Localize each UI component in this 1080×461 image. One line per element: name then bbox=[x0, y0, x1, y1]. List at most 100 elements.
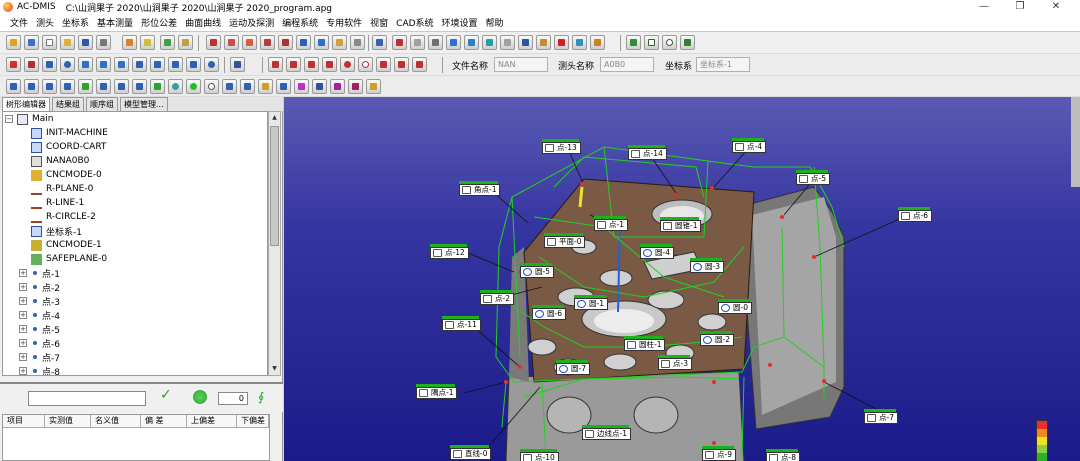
report-view-icon[interactable] bbox=[348, 79, 363, 94]
feature-tag[interactable]: 隅点-1 bbox=[416, 384, 458, 399]
rotate-view-icon[interactable] bbox=[78, 79, 93, 94]
folder-icon[interactable] bbox=[60, 35, 75, 50]
feature-tag[interactable]: 点-11 bbox=[442, 316, 481, 331]
expand-icon[interactable]: + bbox=[19, 311, 27, 319]
open-icon[interactable] bbox=[6, 35, 21, 50]
line-draw-icon[interactable] bbox=[626, 35, 641, 50]
feature-tag[interactable]: 点-1 bbox=[594, 216, 628, 231]
feature-tag[interactable]: 点-14 bbox=[628, 145, 667, 160]
feature-tag[interactable]: 平面-0 bbox=[544, 233, 586, 248]
feature-tag[interactable]: 点-10 bbox=[520, 449, 559, 461]
wire-icon[interactable] bbox=[204, 79, 219, 94]
plane-tool-icon[interactable] bbox=[42, 57, 57, 72]
menu-gdt[interactable]: 形位公差 bbox=[137, 16, 181, 29]
roundness-icon[interactable] bbox=[358, 57, 373, 72]
feature-tag[interactable]: 点-8 bbox=[766, 449, 800, 461]
tree-root[interactable]: − Main bbox=[5, 112, 54, 126]
menu-coord[interactable]: 坐标系 bbox=[58, 16, 93, 29]
animate-icon[interactable] bbox=[366, 79, 381, 94]
tree-point-item[interactable]: + 点-3 bbox=[19, 294, 60, 308]
ellipse-tool-icon[interactable] bbox=[114, 57, 129, 72]
lock-icon[interactable] bbox=[178, 35, 193, 50]
tree-item[interactable]: CNCMODE-1 bbox=[31, 238, 102, 252]
expand-icon[interactable]: + bbox=[19, 283, 27, 291]
pan-icon[interactable] bbox=[42, 79, 57, 94]
feature-tag[interactable]: 点-5 bbox=[796, 170, 830, 185]
cone-tool-icon[interactable] bbox=[314, 35, 329, 50]
sphere-icon[interactable] bbox=[482, 35, 497, 50]
tree-item[interactable]: INIT-MACHINE bbox=[31, 126, 108, 140]
probe-view-icon[interactable] bbox=[96, 79, 111, 94]
position-icon[interactable] bbox=[322, 57, 337, 72]
tree-point-item[interactable]: + 点-2 bbox=[19, 280, 60, 294]
confirm-check-icon[interactable]: ✓ bbox=[160, 387, 172, 403]
save-as-icon[interactable] bbox=[24, 35, 39, 50]
color-icon[interactable] bbox=[294, 79, 309, 94]
measure-c-icon[interactable] bbox=[260, 35, 275, 50]
measure-a-icon[interactable] bbox=[224, 35, 239, 50]
construct-icon[interactable] bbox=[230, 57, 245, 72]
tree-point-item[interactable]: + 点-1 bbox=[19, 266, 60, 280]
concentricity-icon[interactable] bbox=[340, 57, 355, 72]
feature-tag[interactable]: 点-6 bbox=[898, 207, 932, 222]
scroll-up-icon[interactable]: ▲ bbox=[269, 112, 280, 124]
select-icon[interactable] bbox=[114, 79, 129, 94]
tab-tree-editor[interactable]: 树形编辑器 bbox=[2, 97, 50, 111]
tree-scrollbar[interactable]: ▲ ▼ bbox=[268, 111, 281, 376]
solid-icon[interactable] bbox=[186, 79, 201, 94]
parallel-icon[interactable] bbox=[278, 35, 293, 50]
menu-special-software[interactable]: 专用软件 bbox=[322, 16, 366, 29]
maximize-button[interactable]: ❐ bbox=[1002, 0, 1038, 14]
feature-tag[interactable]: 点-7 bbox=[864, 409, 898, 424]
menu-basic-measure[interactable]: 基本测量 bbox=[93, 16, 137, 29]
tree-item[interactable]: 坐标系-1 bbox=[31, 224, 82, 238]
expand-icon[interactable]: + bbox=[19, 353, 27, 361]
shade-icon[interactable] bbox=[168, 79, 183, 94]
edit-icon[interactable] bbox=[140, 35, 155, 50]
scroll-down-icon[interactable]: ▼ bbox=[269, 363, 280, 375]
clip-icon[interactable]: ∮ bbox=[258, 390, 272, 404]
close-button[interactable]: ✕ bbox=[1038, 0, 1074, 14]
dropdown-tool-icon[interactable] bbox=[350, 35, 365, 50]
sphere-feature-icon[interactable] bbox=[204, 57, 219, 72]
cube-view-icon[interactable] bbox=[276, 79, 291, 94]
circle-draw-icon[interactable] bbox=[662, 35, 677, 50]
parallelism-icon[interactable] bbox=[268, 57, 283, 72]
cylinder-tool-icon[interactable] bbox=[296, 35, 311, 50]
feature-tag[interactable]: 圆-7 bbox=[556, 360, 590, 375]
axis-icon[interactable] bbox=[554, 35, 569, 50]
section-icon[interactable] bbox=[222, 79, 237, 94]
measure-view-icon[interactable] bbox=[312, 79, 327, 94]
zoom-icon[interactable] bbox=[24, 79, 39, 94]
feature-tag[interactable]: 圆-1 bbox=[574, 295, 608, 310]
feature-tag[interactable]: 点-3 bbox=[658, 355, 692, 370]
tree-point-item[interactable]: + 点-6 bbox=[19, 336, 60, 350]
feature-tag[interactable]: 圆-4 bbox=[640, 244, 674, 259]
perpendicularity-icon[interactable] bbox=[286, 57, 301, 72]
sweep-icon[interactable] bbox=[500, 35, 515, 50]
tree-item[interactable]: CNCMODE-0 bbox=[31, 168, 102, 182]
minimize-button[interactable]: — bbox=[966, 0, 1002, 14]
probe-tool-icon[interactable] bbox=[332, 35, 347, 50]
globe-icon[interactable] bbox=[464, 35, 479, 50]
feature-tag[interactable]: 圆-2 bbox=[700, 331, 734, 346]
flag-icon[interactable] bbox=[150, 79, 165, 94]
feature-tag[interactable]: 点-12 bbox=[430, 244, 469, 259]
grid-icon[interactable] bbox=[590, 35, 605, 50]
total-runout-icon[interactable] bbox=[412, 57, 427, 72]
torus-feature-icon[interactable] bbox=[186, 57, 201, 72]
command-combo[interactable] bbox=[28, 391, 146, 406]
fit-icon[interactable] bbox=[60, 79, 75, 94]
tab-result-group[interactable]: 结果组 bbox=[52, 97, 84, 111]
align-icon[interactable] bbox=[572, 35, 587, 50]
menu-probe[interactable]: 测头 bbox=[32, 16, 58, 29]
feature-tag[interactable]: 圆锥-1 bbox=[660, 217, 702, 232]
runout-icon[interactable] bbox=[394, 57, 409, 72]
menu-help[interactable]: 帮助 bbox=[482, 16, 508, 29]
scroll-thumb[interactable] bbox=[270, 126, 279, 246]
move-icon[interactable] bbox=[6, 79, 21, 94]
image-icon[interactable] bbox=[446, 35, 461, 50]
measure-b-icon[interactable] bbox=[242, 35, 257, 50]
tree-item[interactable]: COORD-CART bbox=[31, 140, 106, 154]
feature-tag[interactable]: 圆-5 bbox=[520, 263, 554, 278]
